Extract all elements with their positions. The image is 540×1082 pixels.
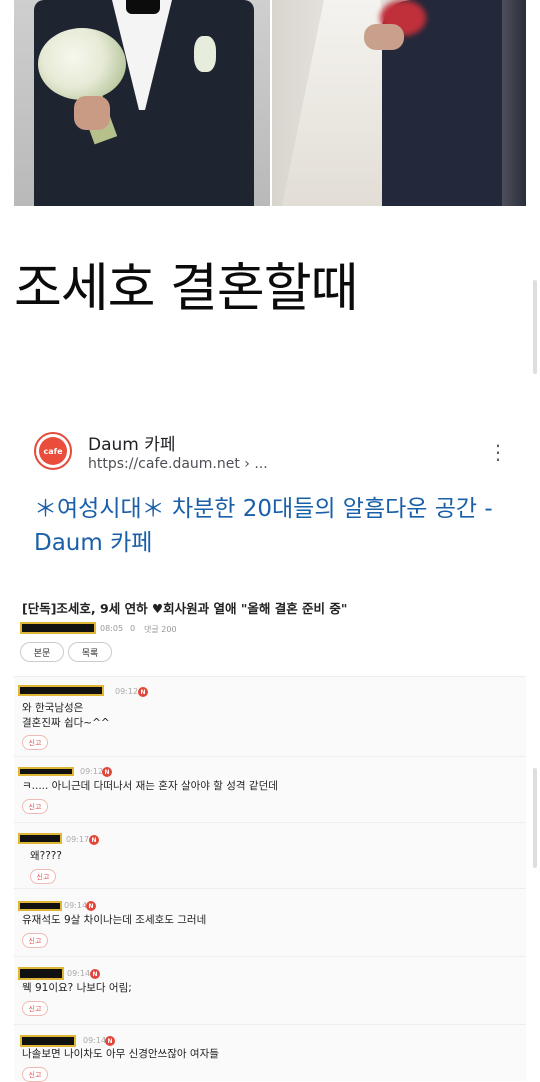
new-badge: N — [102, 767, 112, 777]
comment-text: 왜???? — [30, 850, 62, 862]
comment-item: 09:14 N 유재석도 9살 차이나는데 조세호도 그러네 신고 — [14, 888, 526, 957]
result-url[interactable]: https://cafe.daum.net › ... — [88, 456, 268, 472]
headline: 조세호 결혼할때 — [14, 259, 358, 319]
post-time: 08:05 — [100, 624, 124, 633]
cafe-logo-text: cafe — [39, 437, 67, 465]
scrollbar[interactable] — [533, 280, 537, 374]
body-button[interactable]: 본문 — [20, 642, 64, 662]
report-button[interactable]: 신고 — [22, 799, 48, 814]
cafe-post-capture: [단독]조세호, 9세 연하 ♥회사원과 열애 "올해 결혼 준비 중" 08:… — [14, 590, 526, 1082]
comment-text: 유재석도 9살 차이나는데 조세호도 그러네 — [22, 914, 207, 926]
comment-time: 09:12 — [115, 687, 139, 696]
list-button[interactable]: 목록 — [68, 642, 112, 662]
comment-text: ㅋ..... 아니근데 다떠나서 재는 혼자 살아야 할 성격 같던데 — [22, 780, 278, 792]
comment-time: 09:12 — [80, 767, 104, 776]
redacted-commenter — [18, 901, 62, 911]
report-button[interactable]: 신고 — [30, 869, 56, 884]
new-badge: N — [105, 1036, 115, 1046]
comment-time: 09:14 — [67, 969, 91, 978]
post-title: [단독]조세호, 9세 연하 ♥회사원과 열애 "올해 결혼 준비 중" — [22, 601, 348, 616]
comment-text: 웩 91이요? 나보다 어림; — [22, 982, 132, 994]
daum-cafe-logo[interactable]: cafe — [34, 432, 72, 470]
result-site-name[interactable]: Daum 카페 — [88, 430, 176, 455]
comment-item: 09:17 N 왜???? 신고 — [14, 822, 526, 889]
new-badge: N — [86, 901, 96, 911]
redacted-commenter — [18, 833, 62, 844]
redacted-author — [20, 622, 96, 634]
comment-item: 09:14 N 웩 91이요? 나보다 어림; 신고 — [14, 956, 526, 1025]
new-badge: N — [89, 835, 99, 845]
comment-text: 와 한국남성은 결혼진짜 쉽다~^^ — [22, 702, 110, 729]
comment-time: 09:17 — [66, 835, 90, 844]
result-title-link[interactable]: ＊여성시대＊ 차분한 20대들의 알흠다운 공간 - Daum 카페 — [34, 492, 504, 560]
comment-time: 09:14 — [83, 1036, 107, 1045]
more-vert-icon[interactable]: ⋮ — [488, 440, 508, 464]
groom-with-bouquet-photo — [14, 0, 270, 206]
comment-item: 09:14 N 나솔보면 나이차도 아무 신경안쓰잖아 여자들 신고 — [14, 1024, 526, 1082]
new-badge: N — [90, 969, 100, 979]
redacted-commenter — [18, 767, 74, 776]
post-comment-count: 댓글 200 — [144, 625, 177, 634]
comment-item: 09:12 N ㅋ..... 아니근데 다떠나서 재는 혼자 살아야 할 성격 … — [14, 756, 526, 823]
report-button[interactable]: 신고 — [22, 1001, 48, 1016]
redacted-commenter — [20, 1035, 76, 1047]
report-button[interactable]: 신고 — [22, 735, 48, 750]
redacted-commenter — [18, 967, 64, 980]
scrollbar[interactable] — [533, 768, 537, 868]
post-views: 0 — [130, 624, 136, 633]
couple-hug-photo — [272, 0, 526, 206]
new-badge: N — [138, 687, 148, 697]
comment-item: 09:12 N 와 한국남성은 결혼진짜 쉽다~^^ 신고 — [14, 676, 526, 757]
comment-time: 09:14 — [64, 901, 88, 910]
wedding-photo — [14, 0, 526, 206]
comment-text: 나솔보면 나이차도 아무 신경안쓰잖아 여자들 — [22, 1048, 219, 1060]
redacted-commenter — [18, 685, 104, 696]
report-button[interactable]: 신고 — [22, 933, 48, 948]
